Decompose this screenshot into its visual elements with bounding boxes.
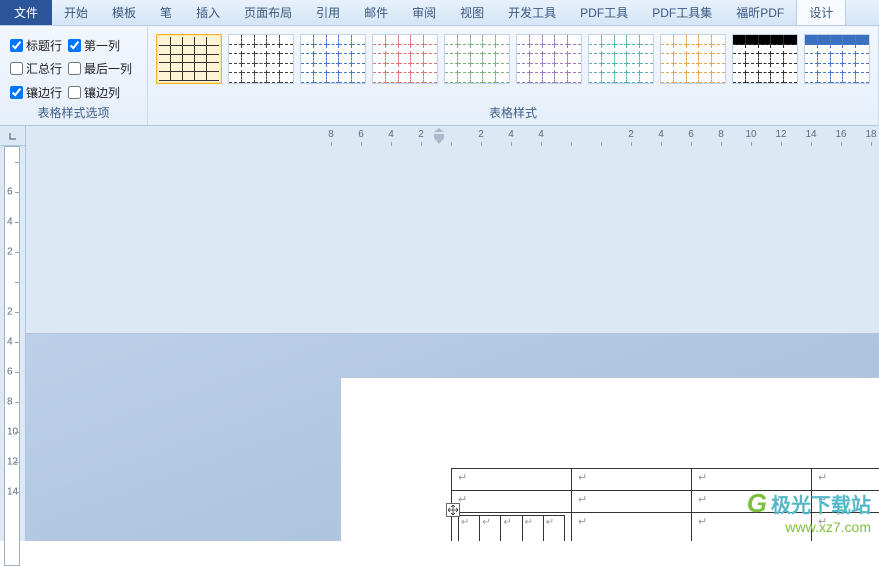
style-dashed-red[interactable] [372,34,438,84]
menu-mail[interactable]: 邮件 [352,0,400,25]
menu-bar: 文件 开始 模板 笔 插入 页面布局 引用 邮件 审阅 视图 开发工具 PDF工… [0,0,879,26]
style-dashed-orange[interactable] [660,34,726,84]
indent-marker-left[interactable] [434,128,444,144]
style-dashed-purple[interactable] [516,34,582,84]
style-dashed-black[interactable] [228,34,294,84]
watermark: G极光下载站 www.xz7.com [747,488,871,535]
style-blue-header[interactable] [804,34,870,84]
watermark-url: www.xz7.com [747,519,871,535]
menu-view[interactable]: 视图 [448,0,496,25]
ribbon: 标题行 第一列 汇总行 最后一列 镶边行 镶边列 表格样式选项 表格样式 [0,26,879,126]
menu-pdf-toolset[interactable]: PDF工具集 [640,0,724,25]
menu-dev[interactable]: 开发工具 [496,0,568,25]
chk-total-row[interactable]: 汇总行 [10,59,62,78]
horizontal-ruler[interactable]: 864224424681012141618202224262830 [26,126,879,334]
menu-insert[interactable]: 插入 [184,0,232,25]
chk-header-row[interactable]: 标题行 [10,36,62,55]
menu-foxit[interactable]: 福昕PDF [724,0,796,25]
style-dashed-green[interactable] [444,34,510,84]
chk-first-col[interactable]: 第一列 [68,36,132,55]
menu-review[interactable]: 审阅 [400,0,448,25]
menu-pen[interactable]: 笔 [148,0,184,25]
styles-group-label: 表格样式 [154,102,872,123]
table-style-gallery [154,30,872,102]
menu-file[interactable]: 文件 [0,0,52,25]
menu-layout[interactable]: 页面布局 [232,0,304,25]
chk-banded-row[interactable]: 镶边行 [10,83,62,102]
vertical-ruler[interactable]: 6422468101214 [0,146,26,541]
tab-selector-icon[interactable] [0,126,26,146]
ribbon-group-styles: 表格样式 [148,26,879,125]
inner-table-wrap: ↵↵↵↵↵↵↵↵↵↵↵↵↵↵↵↵↵↵↵↵↵↵↵↵↵↵↵↵↵↵ [458,515,565,541]
style-black-header[interactable] [732,34,798,84]
style-dashed-teal[interactable] [588,34,654,84]
menu-pdf-tool[interactable]: PDF工具 [568,0,640,25]
style-plain-grid[interactable] [156,34,222,84]
inner-table[interactable]: ↵↵↵↵↵↵↵↵↵↵↵↵↵↵↵↵↵↵↵↵↵↵↵↵↵↵↵↵↵↵ [458,515,565,541]
style-dashed-blue[interactable] [300,34,366,84]
menu-design[interactable]: 设计 [796,0,846,25]
menu-template[interactable]: 模板 [100,0,148,25]
options-group-label: 表格样式选项 [6,102,141,123]
watermark-logo-icon: G [747,488,767,519]
ribbon-group-options: 标题行 第一列 汇总行 最后一列 镶边行 镶边列 表格样式选项 [0,26,148,125]
menu-start[interactable]: 开始 [52,0,100,25]
chk-banded-col[interactable]: 镶边列 [68,83,132,102]
workspace: 6422468101214 86422442468101214161820222… [0,126,879,541]
menu-reference[interactable]: 引用 [304,0,352,25]
chk-last-col[interactable]: 最后一列 [68,59,132,78]
